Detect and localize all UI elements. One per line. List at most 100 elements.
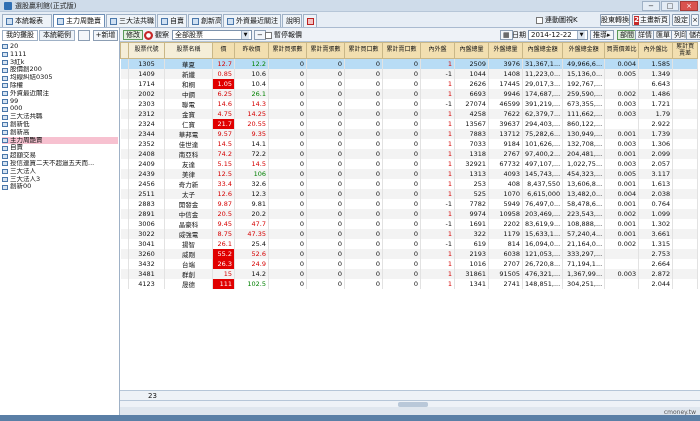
- tab-main-force[interactable]: 主力周艷賣: [53, 14, 105, 27]
- list-item[interactable]: 創新00: [2, 183, 118, 191]
- list-item[interactable]: 000: [2, 105, 118, 113]
- settings-button[interactable]: 設定: [672, 14, 690, 26]
- table-row[interactable]: 2456 奇力新 33.4 32.6 0 0 0 0 1 253 408 8,437,550 13,60…: [120, 179, 699, 189]
- column-header[interactable]: 昨收價: [234, 42, 269, 59]
- add-button[interactable]: +新增: [93, 30, 118, 41]
- table-cell: 奇力新: [164, 179, 213, 189]
- tab-three-institutions[interactable]: 三大法共職: [106, 14, 156, 27]
- column-header[interactable]: 內外盤比: [638, 42, 674, 59]
- list-item[interactable]: 外資最近關注: [2, 90, 118, 98]
- table-row[interactable]: 3022 威強電 8.75 47.35 0 0 0 0 1 322 1179 15,633,1... 5…: [120, 229, 699, 239]
- column-header[interactable]: 內盤總量: [454, 42, 489, 59]
- auto-link-checkbox[interactable]: [536, 16, 543, 24]
- minimize-button[interactable]: −: [642, 1, 660, 11]
- column-header[interactable]: 股票名稱: [164, 42, 213, 59]
- list-item[interactable]: 99: [2, 98, 118, 106]
- column-header[interactable]: 外盤總金額: [562, 42, 606, 59]
- list-item[interactable]: 1111: [2, 51, 118, 59]
- table-row[interactable]: 2409 友達 5.15 14.5 0 0 0 0 1 32921 67732 497,107,...…: [120, 159, 699, 169]
- column-header[interactable]: 累計賣口數: [382, 42, 421, 59]
- table-row[interactable]: 2511 太子 12.6 12.3 0 0 0 0 1 525 1070 6,615,000 13,48…: [120, 189, 699, 199]
- calendar-icon[interactable]: ▦: [500, 30, 513, 40]
- pause-checkbox[interactable]: [265, 31, 272, 39]
- group-select[interactable]: 全部股票 ▼: [172, 30, 252, 40]
- column-header[interactable]: 累計買張數: [268, 42, 307, 59]
- list-item[interactable]: 股價創200: [2, 66, 118, 74]
- order-button[interactable]: 匯單: [653, 30, 673, 40]
- refresh-button[interactable]: 股東轉換: [600, 14, 630, 26]
- list-item[interactable]: 三大法人3: [2, 176, 118, 184]
- horizontal-scrollbar[interactable]: [120, 400, 700, 407]
- table-row[interactable]: 3481 群創 15 14.2 0 0 0 0 1 31861 91505 476,321,... 1,…: [120, 269, 699, 279]
- table-row[interactable]: 2002 中鋼 6.25 26.1 0 0 0 0 1 6693 9946 174,687,... 25…: [120, 89, 699, 99]
- table-row[interactable]: 2352 佳世達 14.5 14.1 0 0 0 0 1 7033 9184 101,626,... 1…: [120, 139, 699, 149]
- edit-button[interactable]: 修改: [123, 30, 143, 40]
- table-row[interactable]: 2439 美律 12.5 106 0 0 0 0 1 1313 4093 145,743,... 454…: [120, 169, 699, 179]
- table-row[interactable]: 2324 仁寶 21.7 20.55 0 0 0 0 1 13567 39637 294,403,..…: [120, 119, 699, 129]
- search-icon[interactable]: [78, 30, 90, 41]
- column-header[interactable]: 累計賣張數: [306, 42, 345, 59]
- tab-report[interactable]: 本統報表: [2, 14, 52, 27]
- list-item[interactable]: 三大法共職: [2, 113, 118, 121]
- table-cell: 1: [420, 139, 455, 149]
- list-item[interactable]: 3紅k: [2, 59, 118, 67]
- list-item[interactable]: 20: [2, 43, 118, 51]
- list-item[interactable]: 均線糾結0305: [2, 74, 118, 82]
- column-header[interactable]: 股票代號: [128, 42, 165, 59]
- column-header[interactable]: 內外盤: [420, 42, 455, 59]
- row-count: 23: [148, 392, 157, 400]
- table-row[interactable]: 1409 新纖 0.85 10.6 0 0 0 0 -1 1044 1408 11,223,0... 1…: [120, 69, 699, 79]
- tab-foreign-watch[interactable]: 外資最近關注: [223, 14, 281, 27]
- column-header[interactable]: 價: [212, 42, 235, 59]
- tab-help[interactable]: 說明: [282, 14, 302, 27]
- list-item[interactable]: 超額交易: [2, 152, 118, 160]
- row-indicator: [120, 179, 129, 189]
- tab-new-high[interactable]: 創新高: [188, 14, 222, 27]
- list-item[interactable]: 創新高: [2, 129, 118, 137]
- list-item[interactable]: 創新低: [2, 121, 118, 129]
- section-button[interactable]: 部間: [617, 30, 637, 40]
- tab-flag[interactable]: [303, 14, 317, 27]
- table-row[interactable]: 3041 揚智 26.1 25.4 0 0 0 0 -1 619 814 16,094,0... 21,…: [120, 239, 699, 249]
- table-row[interactable]: 1305 華夏 12.7 12.2 0 0 0 0 1 2509 3976 31,367,1... 49…: [120, 58, 699, 69]
- tab-examples[interactable]: 本統範例: [39, 30, 75, 41]
- list-item[interactable]: 投信連買二天不超過五天而...: [2, 160, 118, 168]
- table-row[interactable]: 2344 華邦電 9.57 9.35 0 0 0 0 1 7883 13712 75,282,6...…: [120, 129, 699, 139]
- table-cell: 57,240,4...: [562, 229, 606, 239]
- column-header[interactable]: 累計買口數: [344, 42, 383, 59]
- table-cell: 0: [344, 109, 383, 119]
- tab-my-picks[interactable]: 我的攤股: [2, 30, 38, 41]
- table-row[interactable]: 3006 晶豪科 9.45 47.7 0 0 0 0 -1 1691 2202 83,619,9...…: [120, 219, 699, 229]
- table-row[interactable]: 3260 威剛 55.2 52.6 0 0 0 0 1 2193 6038 121,053,... 33…: [120, 249, 699, 259]
- next-button[interactable]: 推導▸: [590, 30, 614, 40]
- date-field[interactable]: 2014-12-22 ▼: [528, 30, 588, 40]
- column-header[interactable]: 外盤總量: [488, 42, 523, 59]
- table-row[interactable]: 2303 聯電 14.6 14.3 0 0 0 0 -1 27074 46599 391,219,..…: [120, 99, 699, 109]
- list-item[interactable]: 三大法人: [2, 168, 118, 176]
- close-tab-button[interactable]: ×: [691, 14, 699, 26]
- table-row[interactable]: 3432 台端 26.3 24.9 0 0 0 0 1 1016 2707 26,720,8... 71…: [120, 259, 699, 269]
- column-header[interactable]: 累計買賣差: [672, 42, 699, 59]
- table-row[interactable]: 4123 晟德 111 102.5 0 0 0 0 1 1341 2741 148,851,... 30…: [120, 279, 699, 289]
- list-item[interactable]: 除權: [2, 82, 118, 90]
- maximize-button[interactable]: □: [661, 1, 679, 11]
- list-item-selected[interactable]: 主力周艷賣: [2, 136, 118, 145]
- table-cell: 中鋼: [164, 89, 213, 99]
- table-row[interactable]: 2891 中信金 20.5 20.2 0 0 0 0 1 9974 10958 203,469,...…: [120, 209, 699, 219]
- scrollbar-thumb[interactable]: [398, 402, 428, 407]
- table-row[interactable]: 2883 開發金 9.87 9.81 0 0 0 0 -1 7782 5949 76,497,0...…: [120, 199, 699, 209]
- column-header[interactable]: 買賣價差比: [604, 42, 640, 59]
- list-item[interactable]: 自賣: [2, 144, 118, 152]
- tab-self-sell[interactable]: 自賣: [157, 14, 187, 27]
- table-row[interactable]: 2408 南亞科 74.2 72.2 0 0 0 0 1 1318 2767 97,400,2... 2…: [120, 149, 699, 159]
- stop-icon[interactable]: ●: [144, 30, 153, 40]
- column-header[interactable]: 內盤總金額: [521, 42, 564, 59]
- plan-button[interactable]: 2 主畫新頁: [632, 14, 670, 26]
- detail-button[interactable]: 詳情: [635, 30, 655, 40]
- close-button[interactable]: ×: [680, 1, 698, 11]
- auto-link-toggle[interactable]: 連動圖視K: [536, 15, 578, 25]
- save-button[interactable]: 儲存: [686, 30, 700, 40]
- table-row[interactable]: 2312 金寶 4.75 14.25 0 0 0 0 1 4258 7622 62,379,7... 1…: [120, 109, 699, 119]
- table-row[interactable]: 1714 和桐 1.05 10.4 0 0 0 0 1 2626 17445 29,017,3... 1…: [120, 79, 699, 89]
- strategy-list: 20 1111 3紅k 股價創200 均線糾結0305 除權 外資最近關注 99…: [2, 43, 118, 191]
